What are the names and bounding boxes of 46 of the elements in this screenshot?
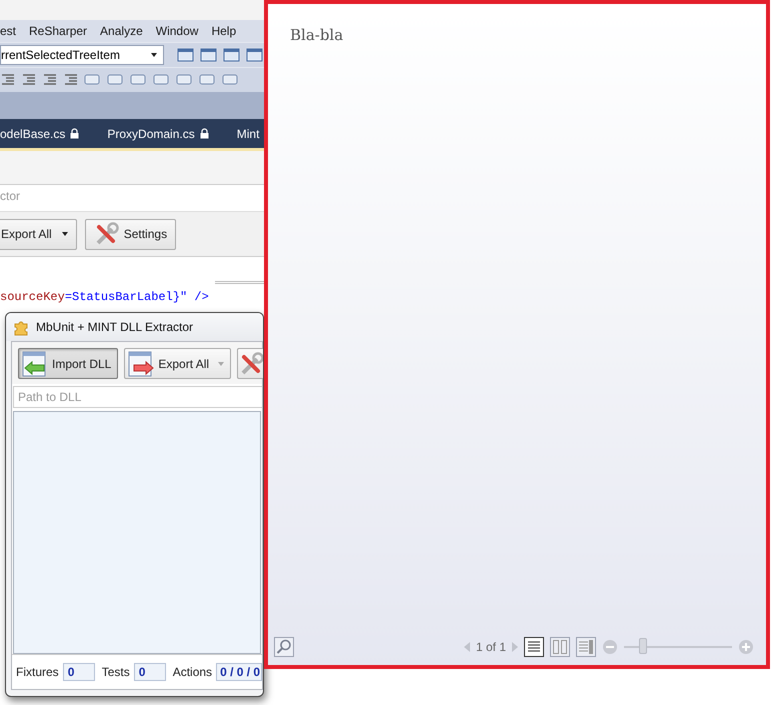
menu-item[interactable]: est	[0, 24, 16, 38]
path-field[interactable]: Path to DLL	[13, 386, 262, 408]
page-indicator: 1 of 1	[476, 640, 506, 654]
indent-icon[interactable]	[42, 72, 58, 88]
window-icon[interactable]	[246, 47, 264, 63]
document-tab[interactable]: odelBase.cs	[0, 126, 80, 140]
two-page-icon[interactable]	[550, 637, 570, 657]
status-label: Fixtures	[16, 665, 59, 679]
settings-button[interactable]	[237, 348, 263, 379]
menu-item[interactable]: Help	[211, 24, 236, 38]
document-tab[interactable]: ProxyDomain.cs	[107, 126, 209, 140]
status-label: Tests	[102, 665, 130, 679]
window-icon[interactable]	[200, 47, 218, 63]
indent-icon[interactable]	[0, 72, 16, 88]
window-arrow-right-icon	[127, 350, 156, 376]
previous-page-icon[interactable]	[464, 642, 470, 652]
count-field: 0	[134, 663, 166, 681]
export-button[interactable]: Export All	[124, 348, 232, 379]
slider-thumb[interactable]	[639, 638, 647, 654]
caret-icon	[218, 362, 224, 366]
menu-item[interactable]: Window	[156, 24, 198, 38]
count-field: 0	[62, 663, 95, 681]
count-field: 0 / 0 / 0	[216, 663, 262, 681]
page-sidebar-icon[interactable]	[576, 637, 596, 657]
document-tab[interactable]: Mint	[236, 126, 260, 140]
window-icon[interactable]	[223, 47, 241, 63]
window-title: MbUnit + MINT DLL Extractor	[36, 320, 194, 334]
import-button[interactable]: Import DLL	[18, 348, 118, 379]
indent-icon[interactable]	[21, 72, 37, 88]
search-icon[interactable]	[274, 637, 294, 657]
settings-button[interactable]: Settings	[84, 218, 176, 250]
document-text: Bla-bla	[290, 26, 344, 44]
zoom-out-icon[interactable]	[602, 639, 618, 655]
dropdown[interactable]: rrentSelectedTreeItem	[0, 45, 164, 65]
menu-item[interactable]: ReSharper	[29, 24, 88, 38]
window-icon[interactable]	[177, 47, 195, 63]
zoom-in-icon[interactable]	[738, 639, 754, 655]
next-page-icon[interactable]	[512, 642, 518, 652]
indent-icon[interactable]	[63, 72, 79, 88]
caret-icon	[62, 232, 68, 236]
menu-item[interactable]: Analyze	[100, 24, 143, 38]
caret-icon	[151, 53, 157, 57]
code-line: sourceKey=StatusBarLabel}" />	[0, 290, 210, 304]
single-page-icon[interactable]	[524, 637, 544, 657]
export-button[interactable]: Export All	[0, 218, 77, 250]
status-label: Actions	[172, 665, 212, 679]
